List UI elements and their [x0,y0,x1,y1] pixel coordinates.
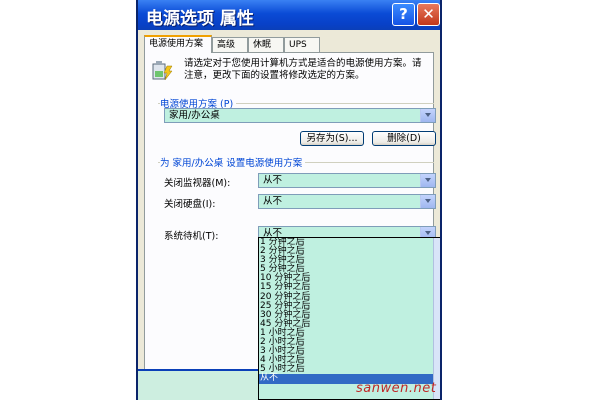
monitor-off-select[interactable]: 从不 [258,173,436,188]
tab-power-schemes[interactable]: 电源使用方案 [144,35,212,53]
title-bar[interactable]: 电源选项 属性 ? ✕ [138,0,440,30]
chevron-down-icon[interactable] [420,195,435,208]
monitor-off-label: 关闭监视器(M): [164,178,231,189]
tab-ups[interactable]: UPS [284,37,320,52]
power-scheme-select[interactable]: 家用/办公桌 [164,108,436,123]
power-scheme-icon [152,61,173,81]
watermark: sanwen.net [356,381,437,396]
chevron-down-icon[interactable] [420,174,435,187]
settings-group-label: 为 家用/办公桌 设置电源使用方案 [160,155,306,169]
tab-advanced[interactable]: 高级 [212,37,248,52]
intro-text: 请选定对于您使用计算机方式是适合的电源使用方案。请注意，更改下面的设置将修改选定… [184,58,422,81]
power-options-dialog: 电源选项 属性 ? ✕ 电源使用方案 高级 休眠 UPS 请选定对于您使用计算机… [136,0,442,400]
chevron-down-icon[interactable] [420,109,435,122]
monitor-off-value: 从不 [263,175,283,186]
dropdown-scrollbar[interactable] [433,238,440,399]
dropdown-option[interactable]: 5 小时之后 [259,365,440,374]
power-scheme-value: 家用/办公桌 [169,110,220,121]
save-as-button[interactable]: 另存为(S)... [300,131,364,146]
standby-label: 系统待机(T): [164,231,219,242]
window-title: 电源选项 属性 [146,9,254,29]
standby-dropdown-list[interactable]: 1 分钟之后 2 分钟之后 3 分钟之后 5 分钟之后 10 分钟之后 15 分… [258,237,440,400]
disk-off-select[interactable]: 从不 [258,194,436,209]
disk-off-value: 从不 [263,196,283,207]
dropdown-options: 1 分钟之后 2 分钟之后 3 分钟之后 5 分钟之后 10 分钟之后 15 分… [259,238,440,384]
close-button[interactable]: ✕ [417,3,440,26]
delete-button[interactable]: 删除(D) [372,131,436,146]
tab-hibernate[interactable]: 休眠 [248,37,284,52]
help-button[interactable]: ? [392,3,415,26]
disk-off-label: 关闭硬盘(I): [164,199,216,210]
